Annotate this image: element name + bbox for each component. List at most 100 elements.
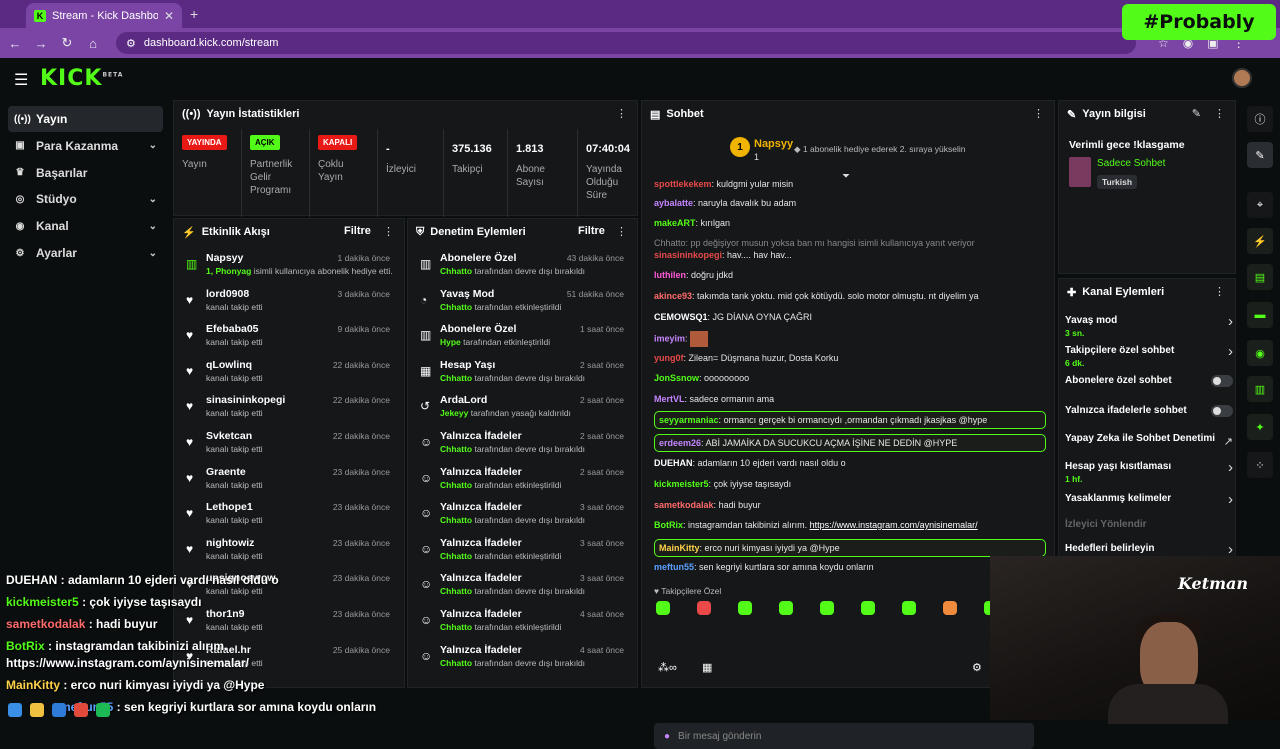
chat-username[interactable]: MainKitty (659, 543, 700, 553)
browser-tab[interactable]: K Stream - Kick Dashboard ✕ (26, 3, 182, 28)
moderation-actor[interactable]: Chhatto (440, 551, 472, 561)
edge-icon[interactable] (52, 703, 66, 717)
moderation-actor[interactable]: Chhatto (440, 515, 472, 525)
back-icon[interactable]: ← (8, 36, 22, 51)
toggle-switch[interactable] (1211, 405, 1233, 417)
store-icon[interactable]: ▦ (702, 661, 712, 674)
moderation-actor[interactable]: Chhatto (440, 480, 472, 490)
chat-menu-icon[interactable]: ⋮ (1033, 107, 1044, 120)
chat-username[interactable]: aybalatte (654, 198, 693, 208)
channel-action-row[interactable]: Yapay Zeka ile Sohbet Denetimi ↗ (1065, 429, 1233, 459)
chat-username[interactable]: meftun55 (654, 562, 694, 572)
chat-settings-gear-icon[interactable]: ⚙ (972, 661, 982, 674)
emote-icon[interactable] (820, 601, 834, 615)
chat-username[interactable]: yung0f (654, 353, 684, 363)
moderation-actor[interactable]: Jekeyy (440, 408, 468, 418)
stats-menu-icon[interactable]: ⋮ (616, 107, 627, 120)
moderation-actor[interactable]: Chhatto (440, 444, 472, 454)
channel-action-row[interactable]: Takipçilere özel sohbet 6 dk. › (1065, 341, 1233, 371)
forward-icon[interactable]: → (34, 36, 48, 51)
chat-message[interactable]: imeyim: (654, 331, 1046, 347)
chevron-right-icon[interactable]: › (1228, 343, 1233, 360)
chat-message[interactable]: JonSsnow: ooooooooo (654, 373, 1046, 383)
channel-action-row[interactable]: Yavaş mod 3 sn. › (1065, 311, 1233, 341)
activity-user-name[interactable]: lord0908 (206, 288, 249, 300)
broadcast-icon[interactable]: ◉ (1247, 340, 1273, 366)
activity-menu-icon[interactable]: ⋮ (383, 225, 394, 238)
activity-user-name[interactable]: sinasininkopegi (206, 394, 285, 406)
emote-icon[interactable] (738, 601, 752, 615)
chat-message[interactable]: seyyarmaniac: ormancı gerçek bi ormancıy… (654, 411, 1046, 429)
moderation-menu-icon[interactable]: ⋮ (616, 225, 627, 238)
chat-message[interactable]: yung0f: Zilean= Düşmana huzur, Dosta Kor… (654, 353, 1046, 363)
moderation-filter-button[interactable]: Filtre (578, 225, 605, 237)
chat-username[interactable]: JonSsnow (654, 373, 699, 383)
chat-username[interactable]: CEMOWSQ1 (654, 312, 708, 322)
chat-message[interactable]: makeART: kırılgan (654, 218, 1046, 228)
chat-message[interactable]: Chhatto: pp değişiyor musun yoksa ban mı… (654, 238, 1046, 248)
moderation-item[interactable]: ▦ Hesap Yaşı 2 saat önce Chhatto tarafından… (416, 358, 628, 394)
emote-icon[interactable] (697, 601, 711, 615)
emote-icon[interactable] (779, 601, 793, 615)
chat-username[interactable]: sinasininkopegi (654, 250, 722, 260)
moderation-item[interactable]: ▥ Abonelere Özel 43 dakika önce Chhatto tar… (416, 251, 628, 287)
activity-item[interactable]: ♥ Graente 23 dakika önce kanalı takip etti (182, 465, 394, 501)
activity-user-name[interactable]: qLowlinq (206, 359, 252, 371)
category-name[interactable]: Sadece Sohbet (1097, 158, 1165, 169)
chat-link[interactable]: https://www.instagram.com/aynisinemalar/ (810, 520, 978, 530)
channel-actions-menu-icon[interactable]: ⋮ (1214, 285, 1225, 298)
moderation-item[interactable]: ☺ Yalnızca İfadeler 3 saat önce Chhatto tar… (416, 536, 628, 572)
reload-icon[interactable]: ↻ (60, 35, 74, 51)
sidebar-item-3[interactable]: ◎ Stüdyo ⌄ (8, 186, 163, 212)
info-icon[interactable]: ⓘ (1247, 106, 1273, 132)
mic-icon[interactable]: ● (664, 731, 670, 742)
document-icon[interactable]: ▤ (1247, 264, 1273, 290)
chevron-right-icon[interactable]: › (1228, 459, 1233, 476)
site-info-icon[interactable]: ⚙ (126, 37, 136, 50)
url-field[interactable]: ⚙ dashboard.kick.com/stream (116, 32, 1136, 54)
chat-input[interactable]: ● Bir mesaj gönderin (654, 723, 1034, 749)
chevron-right-icon[interactable]: › (1228, 491, 1233, 508)
activity-item[interactable]: ♥ sinasininkopegi 22 dakika önce kanalı tak… (182, 393, 394, 429)
chat-username[interactable]: erdeem26 (659, 438, 701, 448)
chevron-down-icon[interactable]: ⌄ (149, 221, 157, 232)
moderation-actor[interactable]: Hype (440, 337, 461, 347)
sidebar-item-2[interactable]: ♛ Başarılar (8, 160, 163, 186)
chat-message[interactable]: DUEHAN: adamların 10 ejderi vardı nasıl … (654, 458, 1046, 468)
channel-action-row[interactable]: Hesap yaşı kısıtlaması 1 hf. › (1065, 457, 1233, 487)
chat-username[interactable]: luthilen (654, 270, 686, 280)
channel-action-row[interactable]: Yalnızca ifadelerle sohbet (1065, 401, 1233, 431)
moderation-item[interactable]: ↺ ArdaLord 2 saat önce Jekeyy tarafından ya… (416, 393, 628, 429)
activity-gift-target[interactable]: 1, Phonyag (206, 266, 251, 276)
chat-message[interactable]: kickmeister5: çok iyiyse taşısaydı (654, 479, 1046, 489)
sidebar-item-4[interactable]: ◉ Kanal ⌄ (8, 213, 163, 239)
chat-message[interactable]: erdeem26: ABİ JAMAİKA DA SUCUKCU AÇMA İŞ… (654, 434, 1046, 452)
channel-action-row[interactable]: Abonelere özel sohbet (1065, 371, 1233, 401)
pinned-gifter-name[interactable]: Napsyy (754, 138, 793, 150)
emote-icon[interactable] (902, 601, 916, 615)
activity-filter-button[interactable]: Filtre (344, 225, 371, 237)
windows-start-icon[interactable] (8, 703, 22, 717)
activity-item[interactable]: ♥ nightowiz 23 dakika önce kanalı takip ett… (182, 536, 394, 572)
chat-username[interactable]: BotRix (654, 520, 683, 530)
chat-username[interactable]: makeART (654, 218, 696, 228)
chat-username[interactable]: kickmeister5 (654, 479, 709, 489)
activity-item[interactable]: ▥ Napsyy 1 dakika önce 1, Phonyag isimli ku… (182, 251, 394, 287)
chevron-down-icon[interactable]: ⌄ (149, 140, 157, 151)
moderation-item[interactable]: ☺ Yalnızca İfadeler 3 saat önce Chhatto tar… (416, 500, 628, 536)
chat-username[interactable]: seyyarmaniac (659, 415, 719, 425)
sidebar-item-1[interactable]: ▣ Para Kazanma ⌄ (8, 133, 163, 159)
capture-icon[interactable]: ⌖ (1247, 192, 1273, 218)
activity-item[interactable]: ♥ qLowlinq 22 dakika önce kanalı takip etti (182, 358, 394, 394)
chat-identity-icon[interactable]: ⁂∞ (658, 661, 677, 674)
chat-username[interactable]: spottlekekem (654, 179, 712, 189)
activity-user-name[interactable]: Lethope1 (206, 501, 253, 513)
moderation-item[interactable]: ◔ Yavaş Mod 51 dakika önce Chhatto tarafınd… (416, 287, 628, 323)
activity-user-name[interactable]: Efebaba05 (206, 323, 259, 335)
moderation-item[interactable]: ▥ Abonelere Özel 1 saat önce Hype tarafında… (416, 322, 628, 358)
kick-logo[interactable]: KICKBETA (40, 66, 123, 91)
emote-icon[interactable] (861, 601, 875, 615)
moderation-item[interactable]: ☺ Yalnızca İfadeler 2 saat önce Chhatto tar… (416, 429, 628, 465)
chat-message[interactable]: MainKitty: erco nuri kimyası iyiydi ya @… (654, 539, 1046, 557)
activity-item[interactable]: ♥ Svketcan 22 dakika önce kanalı takip etti (182, 429, 394, 465)
